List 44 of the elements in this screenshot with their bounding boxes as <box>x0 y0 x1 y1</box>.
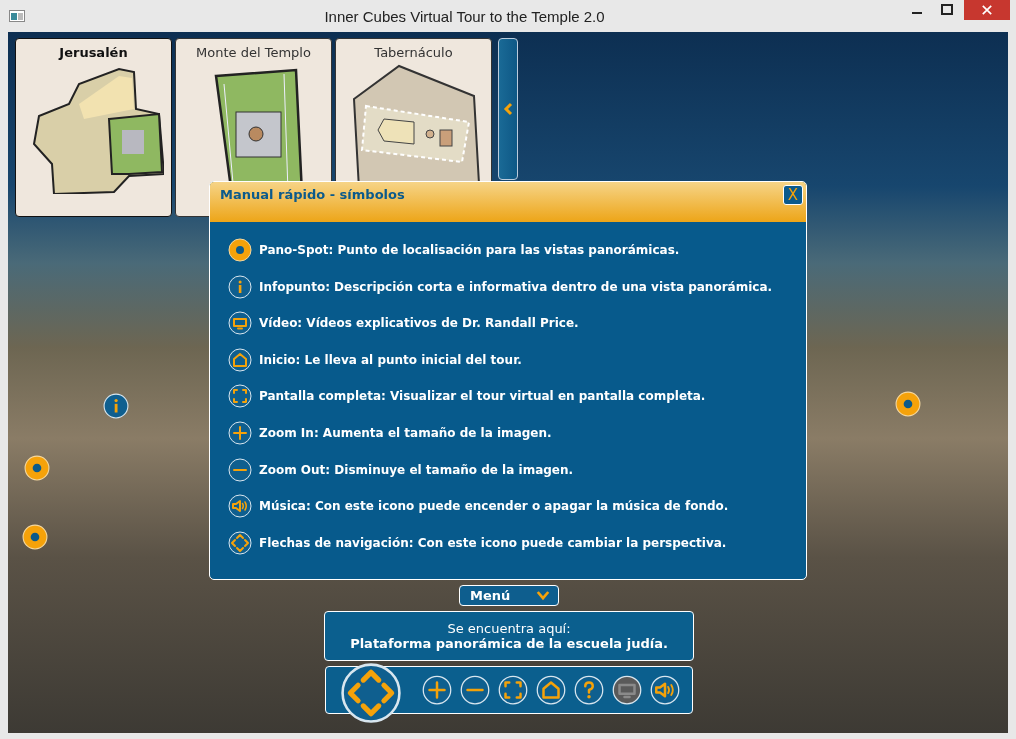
close-button[interactable] <box>964 0 1010 20</box>
legend-text: Pano-Spot: Punto de localisación para las vistas panorámicas. <box>259 243 680 257</box>
minus-icon <box>228 457 252 482</box>
pano-spot-icon[interactable] <box>895 391 921 417</box>
legend-text: Infopunto: Descripción corta e informativa dentro de una vista panorámica. <box>259 279 773 294</box>
pano-spot-icon <box>228 238 252 262</box>
caret-icon <box>536 590 550 601</box>
speaker-icon <box>228 494 252 519</box>
help-button[interactable] <box>574 675 604 705</box>
music-button[interactable] <box>650 675 680 705</box>
info-icon[interactable] <box>103 393 129 419</box>
app-icon <box>9 10 25 22</box>
info-icon <box>228 274 252 299</box>
menu-button[interactable]: Menú <box>459 585 559 606</box>
legend-text: Zoom Out: Disminuye el tamaño de la imagen. <box>259 462 574 477</box>
legend-text: Vídeo: Vídeos explicativos de Dr. Randall Price. <box>259 316 579 331</box>
map-label: Jerusalén <box>59 45 128 60</box>
zoom-in-button[interactable] <box>422 675 452 705</box>
legend-text: Inicio: Le lleva al punto inicial del tour. <box>259 352 522 367</box>
home-icon <box>228 347 252 372</box>
navigation-arrows-button[interactable] <box>340 662 402 724</box>
pano-spot-icon[interactable] <box>22 524 48 550</box>
close-button[interactable]: X <box>783 185 803 205</box>
collapse-tab[interactable] <box>498 38 518 180</box>
map-card[interactable]: Jerusalén <box>15 38 172 217</box>
legend-text: Pantalla completa: Visualizar el tour virtual en pantalla completa. <box>259 389 706 404</box>
chevron-left-icon <box>502 101 514 117</box>
fullscreen-icon <box>228 384 252 409</box>
monitor-icon <box>228 311 252 336</box>
map-label: Monte del Templo <box>196 45 311 60</box>
arrows-icon <box>228 530 252 555</box>
location-name: Plataforma panorámica de la escuela judía. <box>350 636 668 651</box>
plus-icon <box>228 420 252 445</box>
home-button[interactable] <box>536 675 566 705</box>
legend-text: Música: Con este icono puede encender o apagar la música de fondo. <box>259 499 729 514</box>
pano-spot-icon[interactable] <box>24 455 50 481</box>
close-icon <box>980 3 994 17</box>
map-label: Tabernáculo <box>374 45 453 60</box>
window-title: Inner Cubes Virtual Tour to the Temple 2.0 <box>323 7 606 25</box>
fullscreen-button[interactable] <box>498 675 528 705</box>
zoom-out-button[interactable] <box>460 675 490 705</box>
location-caption: Se encuentra aquí: <box>447 621 571 636</box>
legend-text: Flechas de navigación: Con este icono puede cambiar la perspectiva. <box>259 535 727 550</box>
legend-text: Zoom In: Aumenta el tamaño de la imagen. <box>259 425 552 440</box>
